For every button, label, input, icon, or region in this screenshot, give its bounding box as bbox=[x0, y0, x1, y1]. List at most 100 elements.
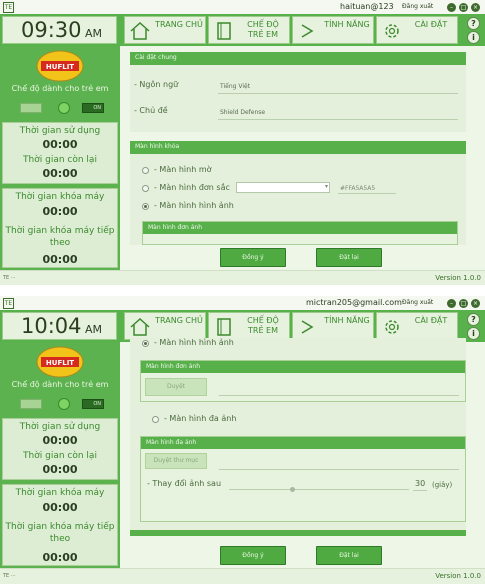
interval-label: - Thay đổi ảnh sau bbox=[147, 479, 222, 488]
app-logo-icon: TE bbox=[3, 2, 14, 13]
toggle-on[interactable]: ON bbox=[82, 103, 104, 113]
reset-button[interactable]: Đặt lại bbox=[316, 248, 382, 267]
logout-link[interactable]: Đăng xuất bbox=[402, 3, 433, 10]
multi-image-header: Màn hình đa ảnh bbox=[141, 437, 465, 449]
interval-value[interactable]: 30 bbox=[415, 479, 425, 488]
multi-image-title: Màn hình đa ảnh bbox=[146, 439, 197, 446]
used-label: Thời gian sử dụng bbox=[19, 422, 101, 432]
help-button[interactable]: ? bbox=[467, 313, 480, 326]
toggle-on[interactable]: ON bbox=[82, 399, 104, 409]
usage-box: Thời gian sử dụng 00:00 Thời gian còn lạ… bbox=[2, 122, 118, 184]
close-button[interactable]: × bbox=[471, 3, 480, 12]
remaining-value: 00:00 bbox=[42, 167, 78, 180]
ok-button[interactable]: Đồng ý bbox=[220, 546, 286, 565]
interval-slider-handle[interactable] bbox=[290, 487, 295, 492]
footer-logo-icon: TE ··· bbox=[3, 573, 16, 579]
version-label: Version 1.0.0 bbox=[435, 572, 481, 580]
logo-text: HUFLIT bbox=[46, 359, 74, 367]
title-bar: TE mictran205@gmail.com Đăng xuất – □ × bbox=[0, 296, 485, 311]
maximize-button[interactable]: □ bbox=[459, 3, 468, 12]
browse-folder-button[interactable]: Duyệt thư mục bbox=[145, 453, 207, 469]
general-settings-title: Cài đặt chung bbox=[135, 54, 177, 61]
color-hex-value: #FFA5A5A5 bbox=[340, 185, 376, 192]
chevron-icon bbox=[301, 320, 314, 334]
nav-features[interactable]: TÍNH NĂNG bbox=[292, 312, 374, 340]
multi-image-panel: Màn hình đa ảnh Duyệt thư mục - Thay đổi… bbox=[140, 436, 466, 522]
next-section-header bbox=[130, 530, 466, 536]
info-button[interactable]: i bbox=[467, 327, 480, 340]
nav-kids-mode[interactable]: CHẾ ĐỘ TRẺ EM bbox=[208, 312, 290, 340]
color-dropdown[interactable]: ▾ bbox=[236, 182, 330, 193]
used-label: Thời gian sử dụng bbox=[19, 126, 101, 136]
nav-home[interactable]: TRANG CHỦ bbox=[124, 16, 206, 44]
usage-box: Thời gian sử dụng 00:00 Thời gian còn lạ… bbox=[2, 418, 118, 480]
nav-home-label: TRANG CHỦ bbox=[155, 316, 203, 325]
clock-time: 10:04 bbox=[21, 314, 82, 338]
nav-settings-label: CÀI ĐẶT bbox=[414, 316, 448, 325]
app-window-1: TE haituan@123 Đăng xuất – □ × 09:30 AM … bbox=[0, 0, 485, 285]
browse-button[interactable]: Duyệt bbox=[145, 378, 207, 396]
radio-multi-image[interactable] bbox=[152, 416, 159, 423]
clock-ampm: AM bbox=[85, 27, 103, 40]
lock-label: Thời gian khóa máy bbox=[15, 192, 105, 202]
help-button[interactable]: ? bbox=[467, 17, 480, 30]
chevron-icon bbox=[301, 24, 314, 38]
single-image-header: Màn hình đơn ảnh bbox=[143, 222, 457, 234]
clock-ampm: AM bbox=[85, 323, 103, 336]
maximize-button[interactable]: □ bbox=[459, 299, 468, 308]
footer: TE ··· Version 1.0.0 bbox=[0, 568, 485, 584]
lock-label: Thời gian khóa máy bbox=[15, 488, 105, 498]
home-icon bbox=[130, 21, 150, 40]
toggle-off[interactable] bbox=[20, 103, 42, 113]
hex-underline bbox=[338, 193, 396, 194]
radio-blur[interactable] bbox=[142, 167, 149, 174]
home-icon bbox=[130, 317, 150, 336]
minimize-button[interactable]: – bbox=[447, 3, 456, 12]
toggle-on-label: ON bbox=[93, 105, 101, 111]
nav-settings[interactable]: CÀI ĐẶT bbox=[376, 16, 458, 44]
ok-button[interactable]: Đồng ý bbox=[220, 248, 286, 267]
footer: TE ··· Version 1.0.0 bbox=[0, 270, 485, 285]
toggle-off[interactable] bbox=[20, 399, 42, 409]
settings-content: - Màn hình hình ảnh Màn hình đơn ảnh Duy… bbox=[120, 338, 485, 568]
general-settings-header: Cài đặt chung bbox=[130, 52, 466, 65]
close-button[interactable]: × bbox=[471, 299, 480, 308]
single-image-header: Màn hình đơn ảnh bbox=[141, 361, 465, 373]
radio-solid[interactable] bbox=[142, 185, 149, 192]
theme-select[interactable]: Shield Defense bbox=[220, 109, 265, 116]
nav-home[interactable]: TRANG CHỦ bbox=[124, 312, 206, 340]
clock: 09:30 AM bbox=[2, 16, 117, 44]
theme-label: - Chủ đề bbox=[134, 106, 168, 115]
nav-features[interactable]: TÍNH NĂNG bbox=[292, 16, 374, 44]
radio-image[interactable] bbox=[142, 340, 149, 347]
reset-button[interactable]: Đặt lại bbox=[316, 546, 382, 565]
kids-mode-label: Chế độ dành cho trẻ em bbox=[11, 380, 109, 389]
nav-kids-mode[interactable]: CHẾ ĐỘ TRẺ EM bbox=[208, 16, 290, 44]
lock-box: Thời gian khóa máy 00:00 Thời gian khóa … bbox=[2, 188, 118, 268]
radio-image[interactable] bbox=[142, 203, 149, 210]
single-image-panel: Màn hình đơn ảnh Duyệt bbox=[140, 360, 466, 402]
image-path-input[interactable] bbox=[219, 395, 459, 396]
next-lock-label: Thời gian khóa máy tiếp theo bbox=[5, 522, 115, 544]
gear-icon bbox=[385, 320, 399, 334]
logout-link[interactable]: Đăng xuất bbox=[402, 299, 433, 306]
language-label: - Ngôn ngữ bbox=[134, 80, 179, 89]
folder-path-input[interactable] bbox=[219, 469, 459, 470]
kids-mode-label: Chế độ dành cho trẻ em bbox=[11, 84, 109, 93]
single-image-title: Màn hình đơn ảnh bbox=[148, 224, 203, 231]
used-value: 00:00 bbox=[42, 434, 78, 447]
theme-underline bbox=[218, 119, 458, 120]
book-icon bbox=[217, 318, 231, 336]
toggle-knob[interactable] bbox=[58, 102, 70, 114]
book-icon bbox=[217, 22, 231, 40]
nav-settings[interactable]: CÀI ĐẶT bbox=[376, 312, 458, 340]
toggle-knob[interactable] bbox=[58, 398, 70, 410]
minimize-button[interactable]: – bbox=[447, 299, 456, 308]
gear-icon bbox=[385, 24, 399, 38]
language-select[interactable]: Tiếng Việt bbox=[220, 83, 250, 90]
info-button[interactable]: i bbox=[467, 31, 480, 44]
interval-slider[interactable] bbox=[229, 489, 409, 490]
radio-image-label: - Màn hình hình ảnh bbox=[154, 338, 234, 347]
next-lock-label: Thời gian khóa máy tiếp theo bbox=[5, 226, 115, 248]
lock-box: Thời gian khóa máy 00:00 Thời gian khóa … bbox=[2, 484, 118, 566]
